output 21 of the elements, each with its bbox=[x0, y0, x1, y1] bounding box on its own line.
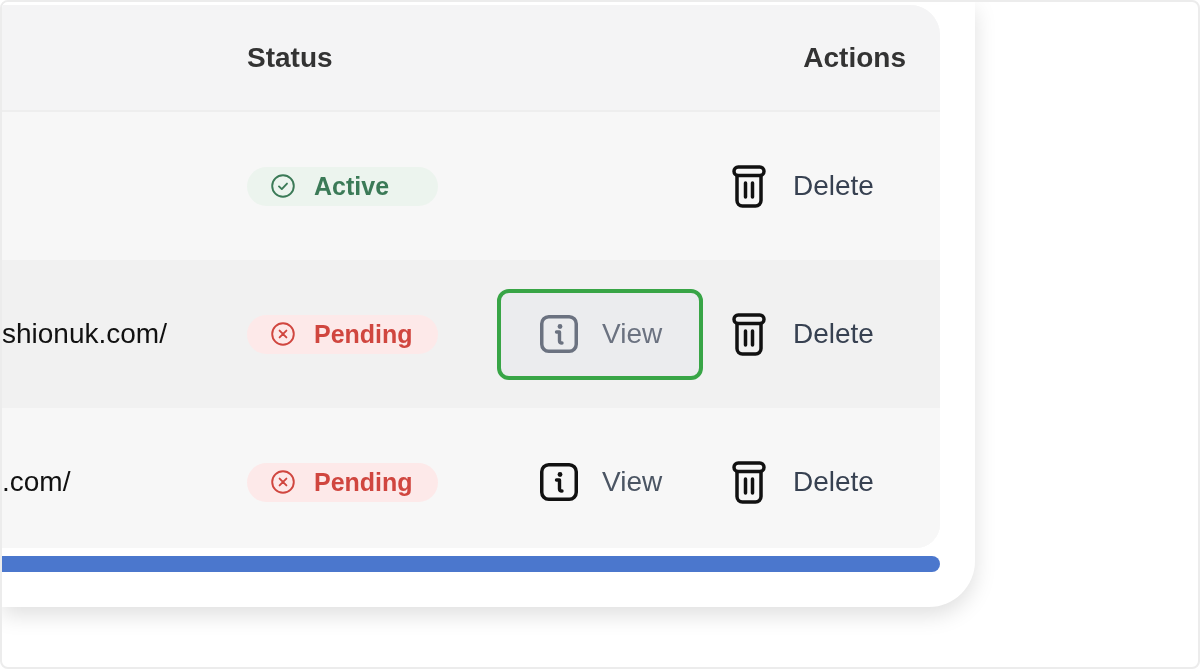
status-label: Pending bbox=[314, 319, 413, 349]
url-text: shionuk.com/ bbox=[2, 318, 167, 349]
trash-icon bbox=[732, 460, 766, 504]
x-circle-icon bbox=[271, 470, 295, 494]
status-label: Active bbox=[314, 171, 390, 201]
delete-button[interactable]: Delete bbox=[732, 312, 874, 356]
delete-button[interactable]: Delete bbox=[732, 164, 874, 208]
view-button[interactable]: View bbox=[540, 463, 663, 501]
column-header: Actions bbox=[803, 41, 906, 73]
view-button[interactable]: View bbox=[497, 288, 703, 380]
check-circle-icon bbox=[271, 174, 295, 198]
info-icon bbox=[540, 463, 578, 501]
url-text: .com/ bbox=[2, 466, 71, 497]
info-icon bbox=[540, 315, 578, 353]
trash-icon bbox=[732, 312, 766, 356]
x-circle-icon bbox=[271, 322, 295, 346]
delete-button[interactable]: Delete bbox=[732, 460, 874, 504]
horizontal-scrollbar[interactable] bbox=[2, 556, 940, 572]
trash-icon bbox=[732, 164, 766, 208]
status-label: Pending bbox=[314, 467, 413, 497]
column-header: Status bbox=[247, 41, 333, 73]
